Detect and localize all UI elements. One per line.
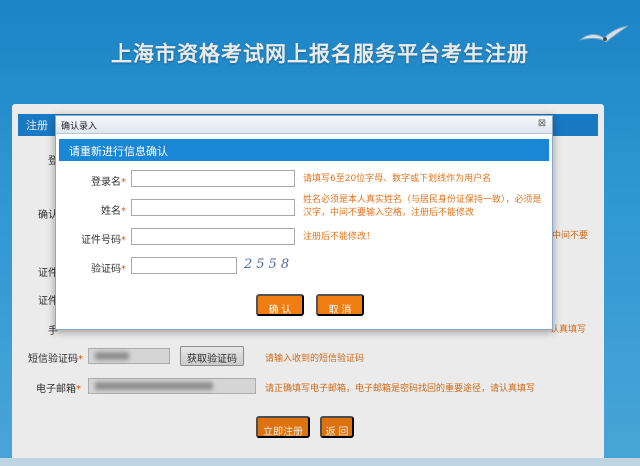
hint-cert-no: 注册后不能修改！ [303, 232, 376, 242]
label-cert-no: 证件号码* [81, 235, 126, 246]
dialog-titlebar: 确认录入 ⊠ [56, 116, 552, 134]
cancel-button[interactable]: 取 消 [316, 294, 364, 316]
captcha-input[interactable] [131, 257, 237, 274]
hint-name: 姓名必须是本人真实姓名（与居民身份证保持一致），必须是汉字，中间不要输入空格，注… [303, 195, 542, 218]
hint-login: 请填写6至20位字母、数字或下划线作为用户名 [303, 174, 492, 184]
label-login: 登录名* [91, 177, 126, 188]
dialog-banner: 请重新进行信息确认 [59, 139, 549, 161]
dialog-window-title: 确认录入 [61, 122, 98, 132]
label-captcha: 验证码* [91, 264, 126, 275]
captcha-image[interactable]: 2558 [244, 257, 293, 272]
confirm-button[interactable]: 确 认 [256, 294, 304, 316]
name-input[interactable] [131, 199, 295, 216]
cert-no-input[interactable] [131, 228, 295, 245]
login-input[interactable] [131, 170, 295, 187]
confirm-dialog: 确认录入 ⊠ 请重新进行信息确认 登录名* 请填写6至20位字母、数字或下划线作… [55, 115, 553, 330]
label-name: 姓名* [101, 206, 126, 217]
close-icon[interactable]: ⊠ [536, 118, 548, 130]
